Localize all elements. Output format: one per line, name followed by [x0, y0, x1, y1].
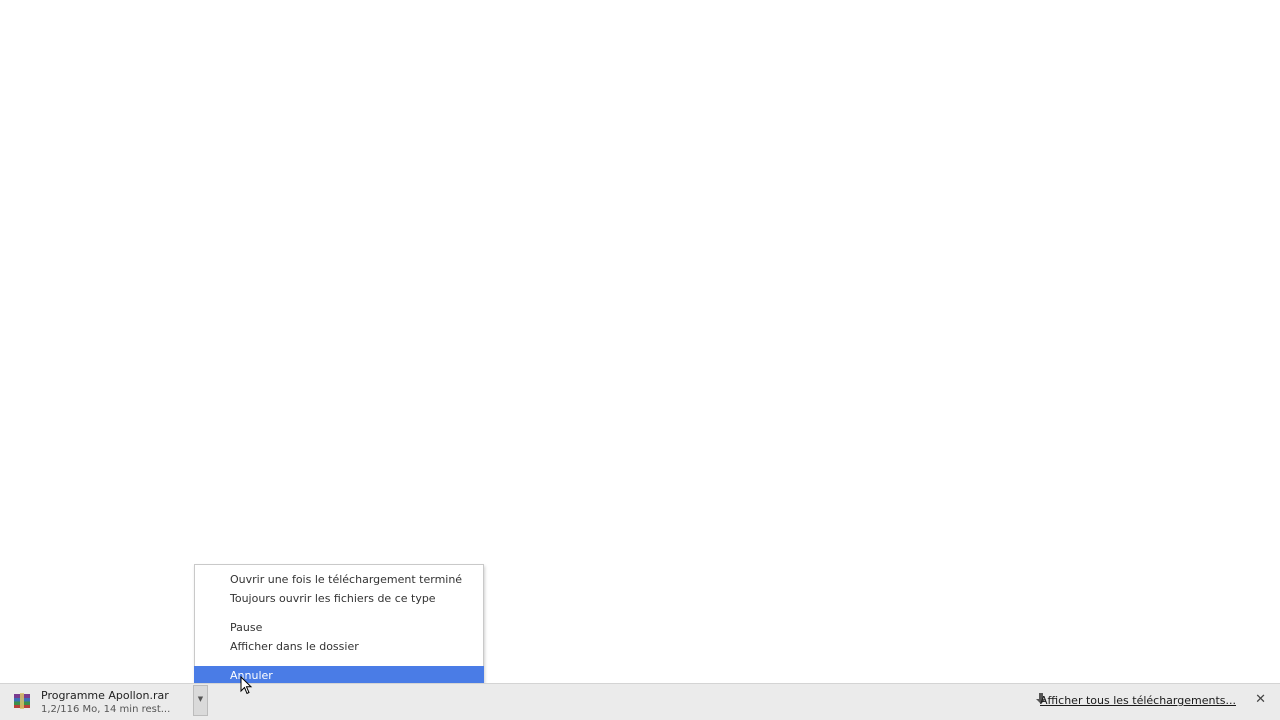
show-all-downloads-link[interactable]: Afficher tous les téléchargements... [1040, 694, 1236, 707]
download-shelf: Programme Apollon.rar 1,2/116 Mo, 14 min… [0, 683, 1280, 720]
close-icon[interactable]: ✕ [1255, 692, 1266, 707]
browser-window: Ouvrir une fois le téléchargement termin… [0, 0, 1280, 720]
menu-item-always-open-type[interactable]: Toujours ouvrir les fichiers de ce type [195, 589, 483, 608]
download-status: 1,2/116 Mo, 14 min rest... [41, 704, 171, 715]
menu-item-show-in-folder[interactable]: Afficher dans le dossier [195, 637, 483, 656]
download-file-name: Programme Apollon.rar [41, 689, 169, 702]
download-context-menu: Ouvrir une fois le téléchargement termin… [194, 564, 484, 685]
menu-separator [195, 656, 483, 666]
chevron-down-icon: ▼ [197, 695, 204, 703]
download-item[interactable]: Programme Apollon.rar 1,2/116 Mo, 14 min… [4, 685, 192, 718]
download-menu-button[interactable]: ▼ [193, 685, 208, 716]
menu-item-open-when-done[interactable]: Ouvrir une fois le téléchargement termin… [195, 570, 483, 589]
menu-item-pause[interactable]: Pause [195, 618, 483, 637]
page-content [0, 0, 1280, 683]
winrar-archive-icon [14, 693, 30, 709]
menu-separator [195, 608, 483, 618]
